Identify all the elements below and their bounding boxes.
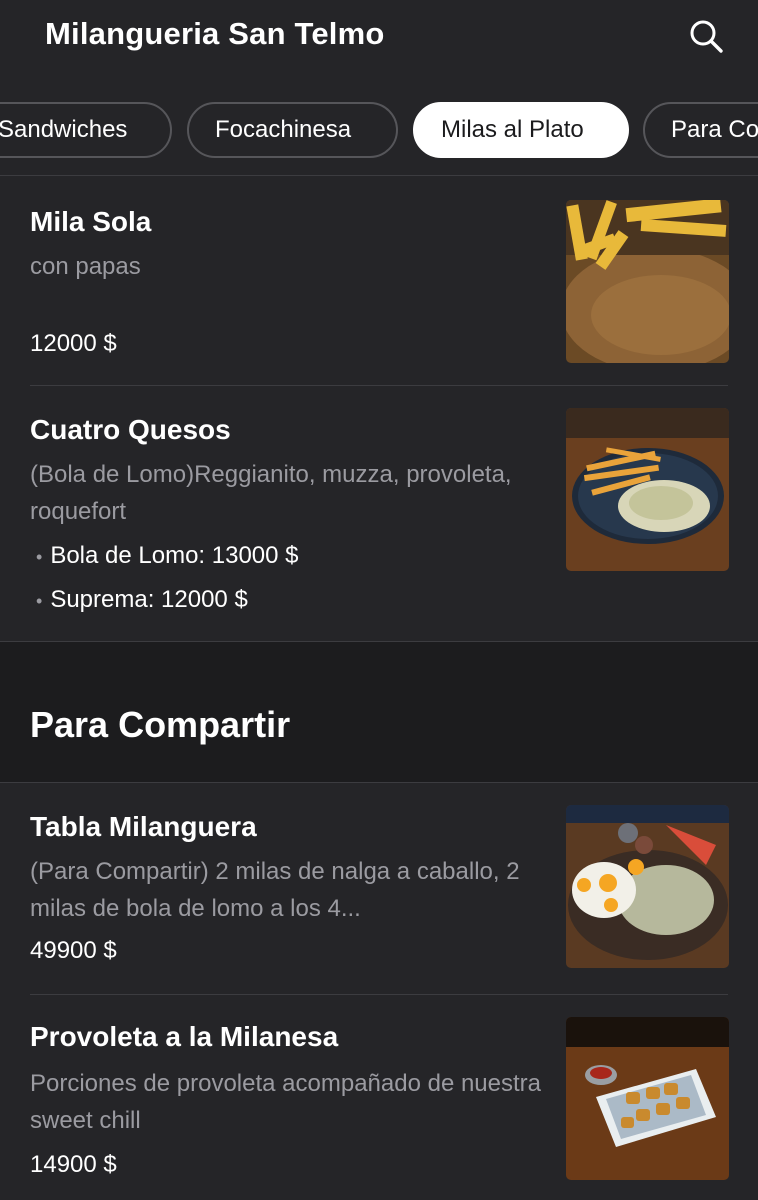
tab-sandwiches[interactable]: Sandwiches	[0, 102, 172, 158]
app-header: Milangueria San Telmo	[0, 0, 758, 72]
tab-focachinesa[interactable]: Focachinesa	[187, 102, 398, 158]
search-button[interactable]	[684, 14, 728, 58]
variant-option: • Bola de Lomo: 13000 $	[36, 542, 299, 569]
item-price: 49900 $	[30, 937, 117, 964]
item-price: 12000 $	[30, 330, 117, 357]
menu-item[interactable]: Mila Sola con papas 12000 $	[0, 176, 758, 385]
section-header: Para Compartir	[0, 642, 758, 782]
menu-item[interactable]: Cuatro Quesos (Bola de Lomo)Reggianito, …	[0, 386, 758, 641]
restaurant-title: Milangueria San Telmo	[45, 16, 385, 51]
tab-para-compartir[interactable]: Para Compartir	[643, 102, 758, 158]
item-description: (Bola de Lomo)Reggianito, muzza, provole…	[30, 461, 512, 525]
menu-item[interactable]: Tabla Milanguera (Para Compartir) 2 mila…	[0, 783, 758, 994]
item-photo[interactable]	[566, 805, 729, 968]
item-description: con papas	[30, 253, 141, 280]
menu-item[interactable]: Provoleta a la Milanesa Porciones de pro…	[0, 995, 758, 1200]
category-tabs: Sandwiches Focachinesa Milas al Plato Pa…	[0, 100, 758, 162]
tab-milas-al-plato[interactable]: Milas al Plato	[413, 102, 629, 158]
item-photo[interactable]	[566, 1017, 729, 1180]
item-price: 14900 $	[30, 1151, 117, 1178]
item-name: Provoleta a la Milanesa	[30, 1021, 339, 1052]
variant-option: • Suprema: 12000 $	[36, 586, 248, 613]
search-icon	[690, 20, 723, 53]
item-name: Mila Sola	[30, 206, 152, 237]
item-name: Cuatro Quesos	[30, 414, 231, 445]
item-description: (Para Compartir) 2 milas de nalga a caba…	[30, 858, 520, 922]
item-name: Tabla Milanguera	[30, 811, 257, 842]
item-photo[interactable]	[566, 408, 729, 571]
variant-label: Bola de Lomo: 13000 $	[50, 542, 299, 569]
item-description: Porciones de provoleta acompañado de nue…	[30, 1070, 542, 1134]
variant-label: Suprema: 12000 $	[50, 586, 248, 613]
section-title: Para Compartir	[30, 704, 291, 745]
item-photo[interactable]	[566, 200, 729, 363]
